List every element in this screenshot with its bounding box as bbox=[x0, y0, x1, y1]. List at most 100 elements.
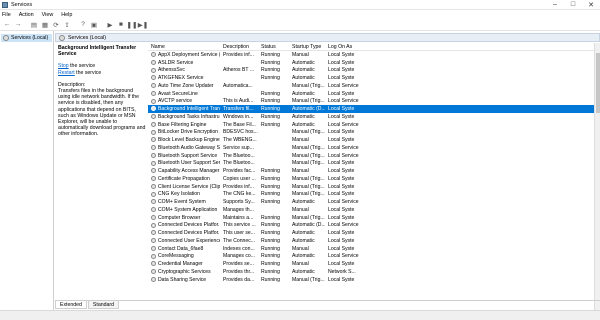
service-startup-type: Manual (Trig... bbox=[292, 175, 325, 182]
show-hide-tree-icon[interactable]: ▤ bbox=[29, 20, 39, 30]
service-name: Capability Access Manager ... bbox=[148, 168, 220, 174]
menu-file[interactable]: File bbox=[2, 12, 11, 18]
menu-help[interactable]: Help bbox=[61, 12, 72, 18]
refresh-icon[interactable]: ⟳ bbox=[51, 20, 61, 30]
minimize-button[interactable]: – bbox=[546, 0, 564, 10]
service-gear-icon bbox=[151, 52, 156, 58]
table-row[interactable]: AppX Deployment Service (... Provides inf… bbox=[148, 51, 600, 59]
service-log-on-as: Local Syste bbox=[328, 67, 355, 74]
service-description: Supports Sy... bbox=[223, 199, 255, 206]
service-status: Running bbox=[261, 175, 280, 182]
service-status: Running bbox=[261, 51, 280, 58]
service-log-on-as: Local Syste bbox=[328, 237, 355, 244]
table-row[interactable]: Cryptographic Services Provides thr... Run… bbox=[148, 268, 600, 276]
service-gear-icon bbox=[151, 129, 156, 135]
tab-standard[interactable]: Standard bbox=[87, 301, 119, 309]
column-header-startup-type[interactable]: Startup Type bbox=[289, 44, 325, 50]
gear-icon bbox=[3, 35, 9, 41]
table-row[interactable]: Bluetooth User Support Ser... The Bluetoo… bbox=[148, 160, 600, 168]
toolbar-separator bbox=[73, 20, 77, 30]
service-name: Connected Devices Platfor... bbox=[148, 222, 220, 228]
stop-service-link[interactable]: Stop bbox=[58, 63, 69, 69]
table-row[interactable]: Block Level Backup Engine ... The WBENG..… bbox=[148, 136, 600, 144]
service-name: AppX Deployment Service (... bbox=[148, 52, 220, 58]
service-description: The CNG ke... bbox=[223, 191, 256, 198]
table-row[interactable]: Background Intelligent Trans... Transfers… bbox=[148, 105, 600, 113]
table-row[interactable]: Capability Access Manager ... Provides fa… bbox=[148, 167, 600, 175]
service-description: This service ... bbox=[223, 222, 256, 229]
service-gear-icon bbox=[151, 269, 156, 275]
table-row[interactable]: Base Filtering Engine The Base Fil... Runn… bbox=[148, 121, 600, 129]
service-log-on-as: Local Syste bbox=[328, 168, 355, 175]
service-description: Manages co... bbox=[223, 253, 255, 260]
table-row[interactable]: CNG Key Isolation The CNG ke... Running Man… bbox=[148, 191, 600, 199]
service-name: CNG Key Isolation bbox=[148, 191, 220, 197]
forward-icon[interactable]: → bbox=[13, 20, 23, 30]
help-icon[interactable]: ? bbox=[78, 20, 88, 30]
table-row[interactable]: ASLDR Service Running Automatic Local Syste bbox=[148, 59, 600, 67]
table-row[interactable]: Bluetooth Support Service The Bluetoo... M… bbox=[148, 152, 600, 160]
service-log-on-as: Local Service bbox=[328, 98, 359, 105]
table-row[interactable]: AVCTP service This is Audi... Running Manua… bbox=[148, 98, 600, 106]
table-row[interactable]: Connected Devices Platfor... This service… bbox=[148, 222, 600, 230]
service-gear-icon bbox=[151, 67, 156, 73]
table-row[interactable]: Contact Data_6fae8 Indexes con... Running M… bbox=[148, 245, 600, 253]
table-row[interactable]: Client License Service (ClipS...Provides… bbox=[148, 183, 600, 191]
table-row[interactable]: Computer Browser Maintains a... Running Man… bbox=[148, 214, 600, 222]
table-row[interactable]: CoreMessaging Manages co... Running Automat… bbox=[148, 253, 600, 261]
restart-service-link[interactable]: Restart bbox=[58, 70, 75, 76]
column-header-status[interactable]: Status bbox=[258, 44, 289, 50]
service-gear-icon bbox=[151, 83, 156, 89]
back-icon[interactable]: ← bbox=[2, 20, 12, 30]
table-row[interactable]: COM+ System Application Manages th... Manu… bbox=[148, 206, 600, 214]
service-log-on-as: Local Syste bbox=[328, 90, 355, 97]
table-row[interactable]: Connected Devices Platfor... This user se… bbox=[148, 229, 600, 237]
service-name: Background Intelligent Trans... bbox=[148, 106, 220, 112]
service-startup-type: Manual (Trig... bbox=[292, 82, 325, 89]
service-log-on-as: Local Syste bbox=[328, 183, 355, 190]
table-row[interactable]: Bluetooth Audio Gateway S... Service sup.… bbox=[148, 144, 600, 152]
table-row[interactable]: Certificate Propagation Copies user ... Ru… bbox=[148, 175, 600, 183]
maximize-button[interactable]: □ bbox=[564, 0, 582, 10]
service-status: Running bbox=[261, 59, 280, 66]
service-name: Bluetooth Audio Gateway S... bbox=[148, 145, 220, 151]
table-row[interactable]: BitLocker Drive Encryption ... BDESVC hos… bbox=[148, 129, 600, 137]
table-row[interactable]: Data Sharing Service Provides da... Runnin… bbox=[148, 276, 600, 284]
properties-icon[interactable]: ▣ bbox=[89, 20, 99, 30]
vertical-scrollbar[interactable] bbox=[594, 43, 600, 312]
menu-action[interactable]: Action bbox=[19, 12, 34, 18]
table-row[interactable]: Background Tasks Infrastru... Windows in.… bbox=[148, 113, 600, 121]
console-tree: Services (Local) bbox=[0, 31, 54, 320]
service-gear-icon bbox=[151, 214, 156, 220]
service-name: BitLocker Drive Encryption ... bbox=[148, 129, 220, 135]
table-row[interactable]: AthenssSvc Atheros BT ... Running Automatic… bbox=[148, 67, 600, 75]
tree-item-services-local[interactable]: Services (Local) bbox=[1, 34, 52, 42]
table-row[interactable]: Connected User Experience... The Connec..… bbox=[148, 237, 600, 245]
service-startup-type: Manual (Trig... bbox=[292, 152, 325, 159]
service-startup-type: Manual (Trig... bbox=[292, 129, 325, 136]
pause-service-icon[interactable]: ❚❚ bbox=[127, 20, 138, 30]
table-row[interactable]: ATKGFNEX Service Running Automatic Local Sy… bbox=[148, 74, 600, 82]
scrollbar-thumb[interactable] bbox=[596, 53, 600, 113]
column-header-name[interactable]: Name^ bbox=[148, 43, 220, 50]
table-row[interactable]: Auto Time Zone Updater Automatica... Manua… bbox=[148, 82, 600, 90]
table-row[interactable]: Avast SecureLine Running Automatic Local Sy… bbox=[148, 90, 600, 98]
close-button[interactable]: ✕ bbox=[582, 0, 600, 10]
table-row[interactable]: Credential Manager Provides se... Running M… bbox=[148, 260, 600, 268]
service-status: Running bbox=[261, 183, 280, 190]
export-list-icon[interactable]: ⇪ bbox=[62, 20, 72, 30]
service-startup-type: Manual bbox=[292, 261, 309, 268]
restart-service-icon[interactable]: ▶❚ bbox=[138, 20, 148, 30]
list-view-icon[interactable]: ▦ bbox=[40, 20, 50, 30]
start-service-icon[interactable]: ▶ bbox=[105, 20, 115, 30]
stop-service-icon[interactable]: ■ bbox=[116, 20, 126, 30]
service-gear-icon bbox=[151, 222, 156, 228]
status-bar bbox=[0, 310, 600, 320]
column-header-description[interactable]: Description bbox=[220, 44, 258, 50]
column-header-log-on-as[interactable]: Log On As bbox=[325, 44, 385, 50]
service-startup-type: Automatic bbox=[292, 199, 315, 206]
tab-extended[interactable]: Extended bbox=[55, 301, 87, 309]
table-row[interactable]: COM+ Event System Supports Sy... Running Au… bbox=[148, 198, 600, 206]
menu-view[interactable]: View bbox=[42, 12, 54, 18]
service-name: Background Tasks Infrastru... bbox=[148, 114, 220, 120]
